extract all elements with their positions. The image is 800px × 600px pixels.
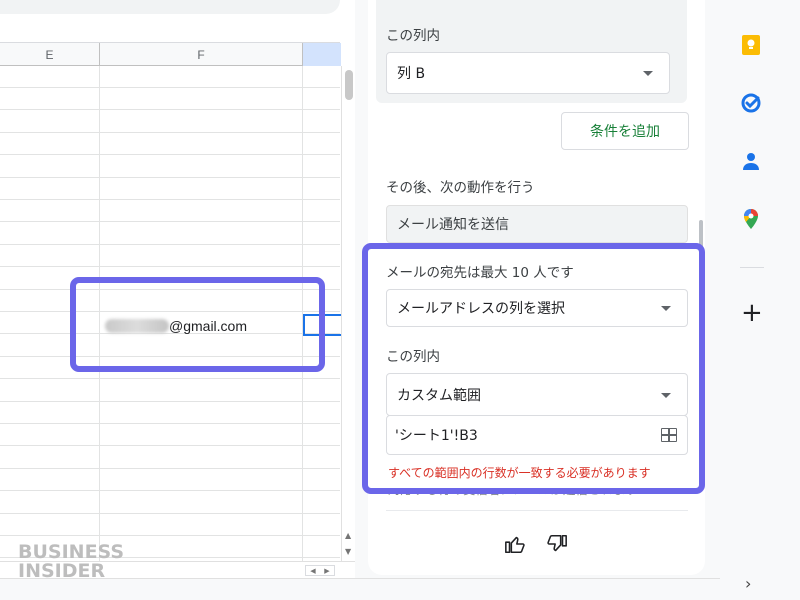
- in-this-column-label-2: この列内: [386, 349, 440, 365]
- table-row[interactable]: [0, 111, 340, 133]
- table-row[interactable]: [0, 492, 340, 514]
- side-apps-rail: + ›: [705, 0, 800, 600]
- column-header-g-selected[interactable]: [303, 43, 341, 66]
- scroll-left-arrow-icon[interactable]: ◀: [310, 567, 315, 575]
- chevron-down-icon: [661, 392, 671, 398]
- chevron-down-icon: [661, 306, 671, 311]
- table-row[interactable]: [0, 514, 340, 536]
- table-row[interactable]: [0, 223, 340, 245]
- table-row[interactable]: [0, 245, 340, 268]
- table-row[interactable]: [0, 357, 340, 380]
- column-header-row: E F: [0, 42, 341, 66]
- scroll-up-arrow-icon[interactable]: ▲: [345, 532, 351, 540]
- contacts-icon[interactable]: [740, 150, 762, 172]
- keep-icon[interactable]: [740, 34, 762, 56]
- panel-divider: [386, 510, 688, 511]
- in-this-column-label: この列内: [386, 28, 440, 44]
- email-column-select-value: メールアドレスの列を選択: [397, 301, 565, 317]
- horizontal-scroll-buttons[interactable]: ◀ ▶: [305, 565, 335, 576]
- sheet-toolbar-edge: [0, 0, 340, 14]
- range-input[interactable]: 'シート1'!B3: [386, 415, 688, 455]
- table-row[interactable]: [0, 380, 340, 402]
- bottom-bar: [0, 578, 720, 600]
- column-select-value: 列 B: [397, 66, 426, 82]
- recipient-help-text: 対応する行の受信者にメールが送信されます: [388, 489, 639, 497]
- thumbs-down-icon[interactable]: [546, 533, 568, 555]
- active-cell-selection[interactable]: [303, 314, 343, 336]
- table-row[interactable]: [0, 290, 340, 312]
- scrollbar-thumb[interactable]: [345, 70, 353, 100]
- range-type-select[interactable]: カスタム範囲: [386, 373, 688, 416]
- table-row[interactable]: [0, 447, 340, 469]
- table-row[interactable]: [0, 156, 340, 178]
- range-input-value: 'シート1'!B3: [395, 428, 478, 444]
- table-row[interactable]: [0, 133, 340, 156]
- column-header-f[interactable]: F: [100, 43, 303, 66]
- table-row[interactable]: [0, 200, 340, 223]
- chevron-down-icon: [643, 71, 653, 76]
- email-cell[interactable]: @gmail.com: [105, 316, 305, 336]
- add-condition-button[interactable]: 条件を追加: [561, 112, 689, 150]
- column-header-e[interactable]: E: [0, 43, 100, 66]
- notification-rules-panel: この列内 列 B 条件を追加 その後、次の動作を行う メール通知を送信 メールの…: [368, 0, 705, 575]
- table-row[interactable]: [0, 424, 340, 447]
- action-select[interactable]: メール通知を送信: [386, 205, 688, 243]
- table-row[interactable]: [0, 178, 340, 200]
- spreadsheet-grid[interactable]: E F @gmail.com ▲ ▼ ◀ ▶ BUSINESS INSIDER: [0, 0, 355, 578]
- tasks-icon[interactable]: [740, 92, 762, 114]
- scroll-down-arrow-icon[interactable]: ▼: [345, 548, 351, 556]
- watermark-line-2: INSIDER: [18, 560, 106, 579]
- thumbs-up-icon[interactable]: [504, 533, 526, 555]
- grid-line: [99, 66, 100, 561]
- panel-scrollbar-thumb[interactable]: [699, 220, 703, 256]
- email-domain-text: @gmail.com: [169, 318, 248, 334]
- condition-card: この列内 列 B: [376, 0, 687, 103]
- rail-divider: [740, 267, 764, 268]
- expand-panel-chevron-icon[interactable]: ›: [745, 575, 751, 593]
- maps-icon[interactable]: [740, 208, 762, 230]
- add-app-plus-icon[interactable]: +: [741, 300, 763, 326]
- range-type-select-value: カスタム範囲: [397, 387, 481, 404]
- column-select[interactable]: 列 B: [386, 52, 670, 94]
- table-row[interactable]: [0, 335, 340, 357]
- table-row[interactable]: [0, 268, 340, 290]
- table-row[interactable]: [0, 66, 340, 88]
- email-column-select[interactable]: メールアドレスの列を選択: [386, 289, 688, 327]
- then-action-label: その後、次の動作を行う: [386, 180, 535, 196]
- vertical-scrollbar[interactable]: ▲ ▼: [341, 66, 355, 561]
- redacted-name: [105, 319, 169, 333]
- scroll-right-arrow-icon[interactable]: ▶: [324, 567, 329, 575]
- range-error-message: すべての範囲内の行数が一致する必要があります: [388, 466, 651, 480]
- table-row[interactable]: [0, 402, 340, 424]
- table-row[interactable]: [0, 88, 340, 111]
- recipient-limit-label: メールの宛先は最大 10 人です: [386, 265, 574, 281]
- business-insider-watermark: BUSINESS INSIDER: [18, 543, 128, 579]
- table-row[interactable]: [0, 469, 340, 492]
- select-range-grid-icon[interactable]: [661, 428, 677, 442]
